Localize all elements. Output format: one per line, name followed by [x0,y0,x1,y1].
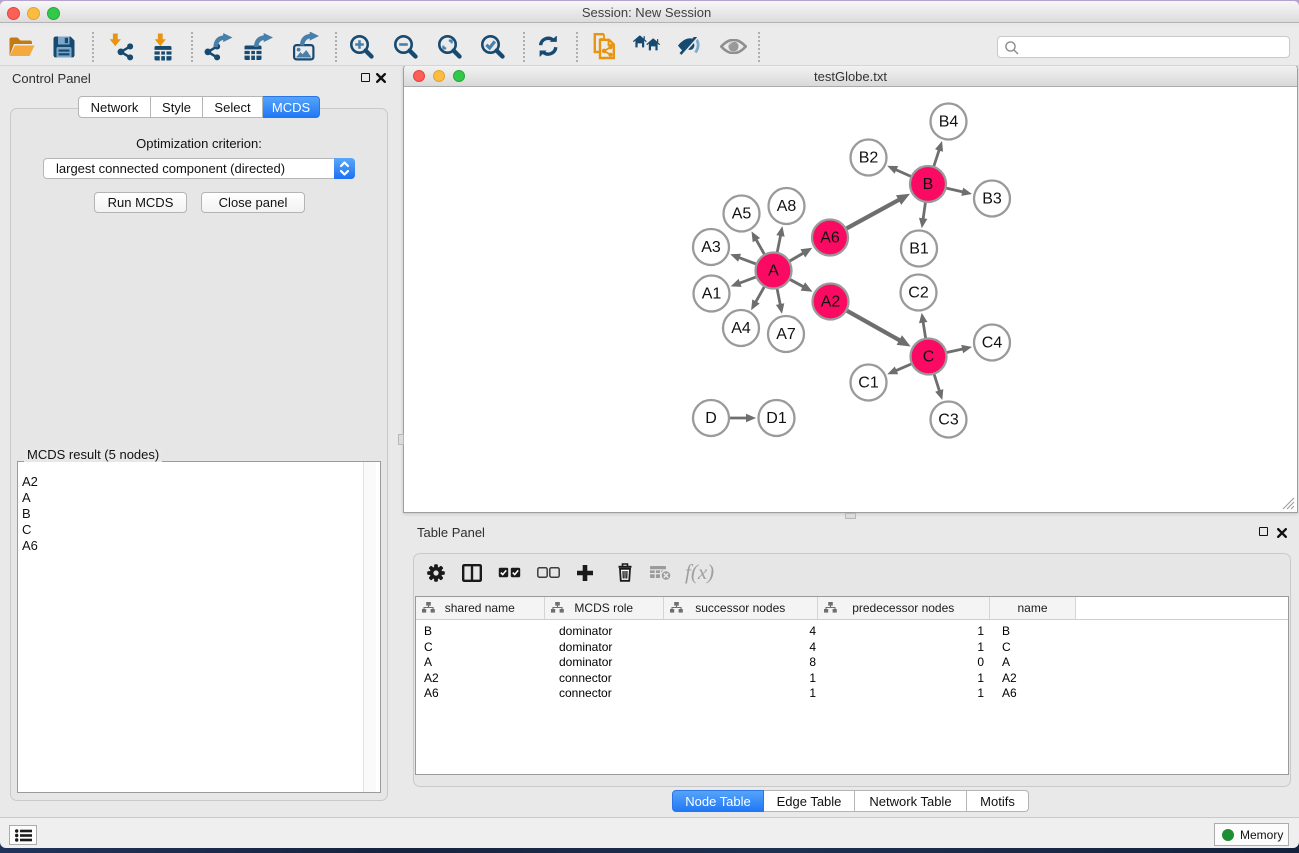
svg-text:B2: B2 [859,150,879,167]
svg-text:D: D [705,410,717,427]
svg-text:B3: B3 [982,191,1002,208]
svg-text:A6: A6 [820,230,840,247]
svg-text:C4: C4 [982,335,1003,352]
svg-text:A7: A7 [776,326,796,343]
svg-text:B4: B4 [939,114,959,131]
svg-text:A5: A5 [732,206,752,223]
svg-text:D1: D1 [766,410,787,427]
svg-text:A3: A3 [701,239,721,256]
svg-text:A1: A1 [702,286,722,303]
svg-text:C1: C1 [858,375,879,392]
svg-text:A4: A4 [731,320,751,337]
svg-text:C2: C2 [908,285,929,302]
svg-text:C3: C3 [938,412,959,429]
svg-text:A: A [768,263,779,280]
svg-text:B1: B1 [909,241,929,258]
svg-text:A2: A2 [821,294,841,311]
svg-text:B: B [923,176,934,193]
svg-text:C: C [923,349,935,366]
svg-text:A8: A8 [777,198,797,215]
